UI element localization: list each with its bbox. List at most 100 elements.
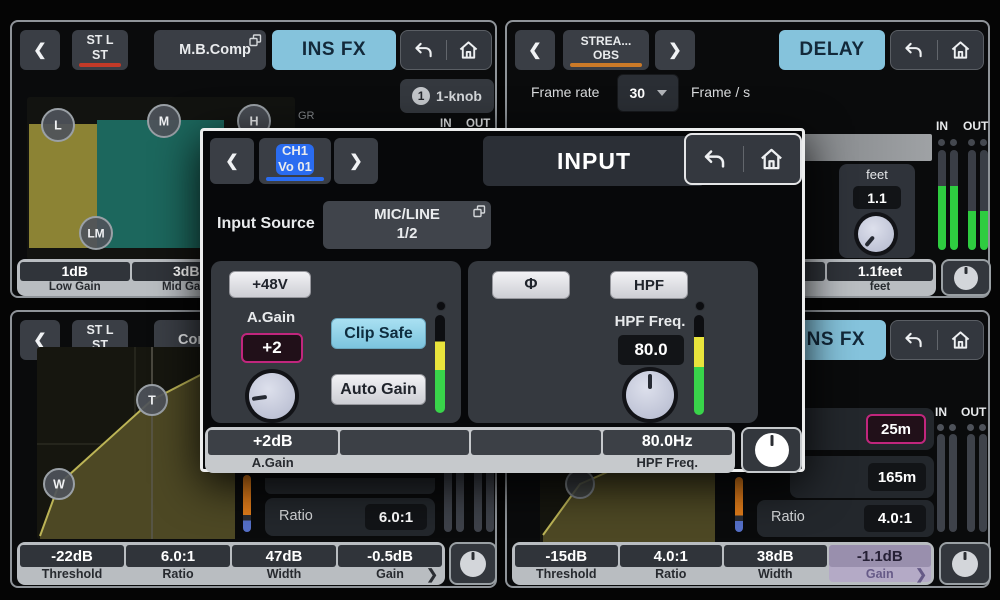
delay-value-box[interactable]: 25m (866, 414, 926, 444)
nav-group (684, 133, 802, 185)
undo-icon[interactable] (702, 148, 727, 171)
next-channel-button[interactable]: ❯ (655, 30, 695, 70)
channel-name: ST L (86, 323, 114, 337)
gr-meter (243, 475, 251, 532)
knob-assign-button[interactable] (939, 542, 991, 585)
in-meter-peak-dot (937, 424, 944, 431)
undo-icon[interactable] (903, 331, 924, 350)
phase-hpf-group: Φ HPF HPF Freq. 80.0 (468, 261, 758, 423)
delay-knob[interactable] (858, 216, 894, 252)
out-meter-peak-dot (967, 424, 974, 431)
prev-channel-button[interactable]: ❮ (20, 30, 60, 70)
out-meter-peak-dot (968, 139, 975, 146)
out-label: OUT (963, 119, 989, 133)
svg-text:L: L (54, 119, 62, 133)
param-2[interactable] (339, 430, 469, 470)
out-meter-peak-dot (980, 139, 987, 146)
undo-icon[interactable] (413, 41, 434, 60)
delay-value-box[interactable]: 1.1 (853, 186, 901, 209)
param-width[interactable]: 47dB Width (232, 545, 336, 582)
param-hpf-freq[interactable]: 80.0Hz HPF Freq. (602, 430, 732, 470)
next-channel-button[interactable]: ❯ (334, 138, 378, 184)
delay-value-box-2[interactable]: 165m (868, 463, 926, 491)
param-strip: -15dB Threshold 4.0:1 Ratio 38dB Width -1.1… (512, 542, 934, 585)
hpf-freq-knob[interactable] (626, 371, 674, 419)
home-icon[interactable] (950, 330, 971, 350)
one-knob-button[interactable]: 1 1-knob (400, 79, 494, 113)
out-meter-r (979, 434, 987, 532)
source-line-2: 1/2 (396, 225, 418, 242)
preset-button[interactable]: M.B.Comp (164, 30, 266, 70)
channel-color-marker (570, 63, 642, 67)
level-meter (694, 315, 704, 415)
nav-group (890, 320, 984, 360)
one-knob-number-icon: 1 (412, 87, 431, 105)
prev-channel-button[interactable]: ❮ (210, 138, 254, 184)
param-width[interactable]: 38dB Width (724, 545, 827, 582)
delay-row[interactable]: 25m (790, 408, 934, 450)
home-icon[interactable] (759, 147, 784, 171)
one-knob-label: 1-knob (436, 88, 482, 104)
clip-safe-button[interactable]: Clip Safe (331, 318, 426, 349)
param-low-gain[interactable]: 1dB Low Gain (20, 262, 130, 293)
copy-icon (473, 205, 486, 218)
dialog-title: INPUT (483, 136, 705, 186)
ratio-row[interactable]: Ratio 4.0:1 (757, 500, 934, 537)
node-width[interactable] (565, 469, 595, 499)
ratio-row[interactable]: Ratio 6.0:1 (265, 498, 435, 536)
level-peak-dot (695, 301, 705, 311)
hpf-button[interactable]: HPF (610, 271, 688, 299)
in-meter-peak-dot (938, 139, 945, 146)
home-icon[interactable] (950, 40, 971, 60)
channel-name: ST L (86, 33, 114, 47)
hpf-freq-value-box[interactable]: 80.0 (618, 335, 684, 365)
node-low[interactable]: L (41, 108, 75, 142)
in-meter-l (938, 150, 946, 250)
gr-label: GR (298, 110, 315, 122)
delay-row-2[interactable]: 165m (790, 456, 934, 498)
ratio-label: Ratio (771, 509, 805, 525)
phase-button[interactable]: Φ (492, 271, 570, 299)
node-low-mid-crossover[interactable]: LM (79, 216, 113, 250)
channel-name-2: OBS (592, 48, 619, 62)
param-3[interactable] (471, 430, 601, 470)
again-knob[interactable] (249, 373, 295, 419)
auto-gain-button[interactable]: Auto Gain (331, 374, 426, 405)
more-params-chevron[interactable]: ❯ (426, 566, 438, 583)
out-meter-l (968, 150, 976, 250)
node-mid[interactable]: M (147, 104, 181, 138)
mixer-screen: ❮ ST L ST ❯ M.B.Comp INS FX 1 1-knob GR … (0, 0, 1000, 600)
param-delay-feet[interactable]: 1.1feet feet (827, 262, 933, 293)
param-threshold[interactable]: -22dB Threshold (20, 545, 124, 582)
frame-rate-dropdown[interactable]: 30 (617, 74, 679, 112)
ratio-value-box[interactable]: 4.0:1 (864, 505, 926, 532)
node-threshold[interactable]: T (136, 384, 168, 416)
input-source-button[interactable]: MIC/LINE 1/2 (323, 201, 491, 249)
knob-assign-button[interactable] (941, 259, 991, 296)
more-params-chevron[interactable]: ❯ (915, 566, 927, 583)
tab-ins-fx[interactable]: INS FX (272, 30, 396, 70)
knob-assign-button[interactable] (741, 427, 802, 473)
param-ratio[interactable]: 6.0:1 Ratio (126, 545, 230, 582)
knob-icon (952, 550, 978, 577)
copy-icon (249, 34, 262, 47)
tab-delay[interactable]: DELAY (779, 30, 885, 70)
knob-assign-button[interactable] (449, 542, 497, 585)
phantom-48v-button[interactable]: +48V (229, 271, 311, 298)
gr-meter (735, 477, 743, 532)
level-meter (435, 315, 445, 413)
channel-select-button[interactable]: CH1 Vo 01 (259, 138, 331, 184)
in-meter-peak-dot (950, 139, 957, 146)
param-ratio[interactable]: 4.0:1 Ratio (619, 545, 722, 582)
param-threshold[interactable]: -15dB Threshold (515, 545, 618, 582)
param-again[interactable]: +2dB A.Gain (208, 430, 338, 470)
home-icon[interactable] (458, 40, 479, 60)
channel-select-button[interactable]: STREA... OBS (563, 30, 649, 70)
node-width[interactable]: W (43, 468, 75, 500)
again-value-box[interactable]: +2 (241, 333, 303, 363)
ratio-value-box[interactable]: 6.0:1 (365, 504, 427, 530)
prev-channel-button[interactable]: ❮ (515, 30, 555, 70)
source-line-1: MIC/LINE (374, 206, 440, 224)
undo-icon[interactable] (903, 41, 924, 60)
channel-select-button[interactable]: ST L ST (72, 30, 128, 70)
